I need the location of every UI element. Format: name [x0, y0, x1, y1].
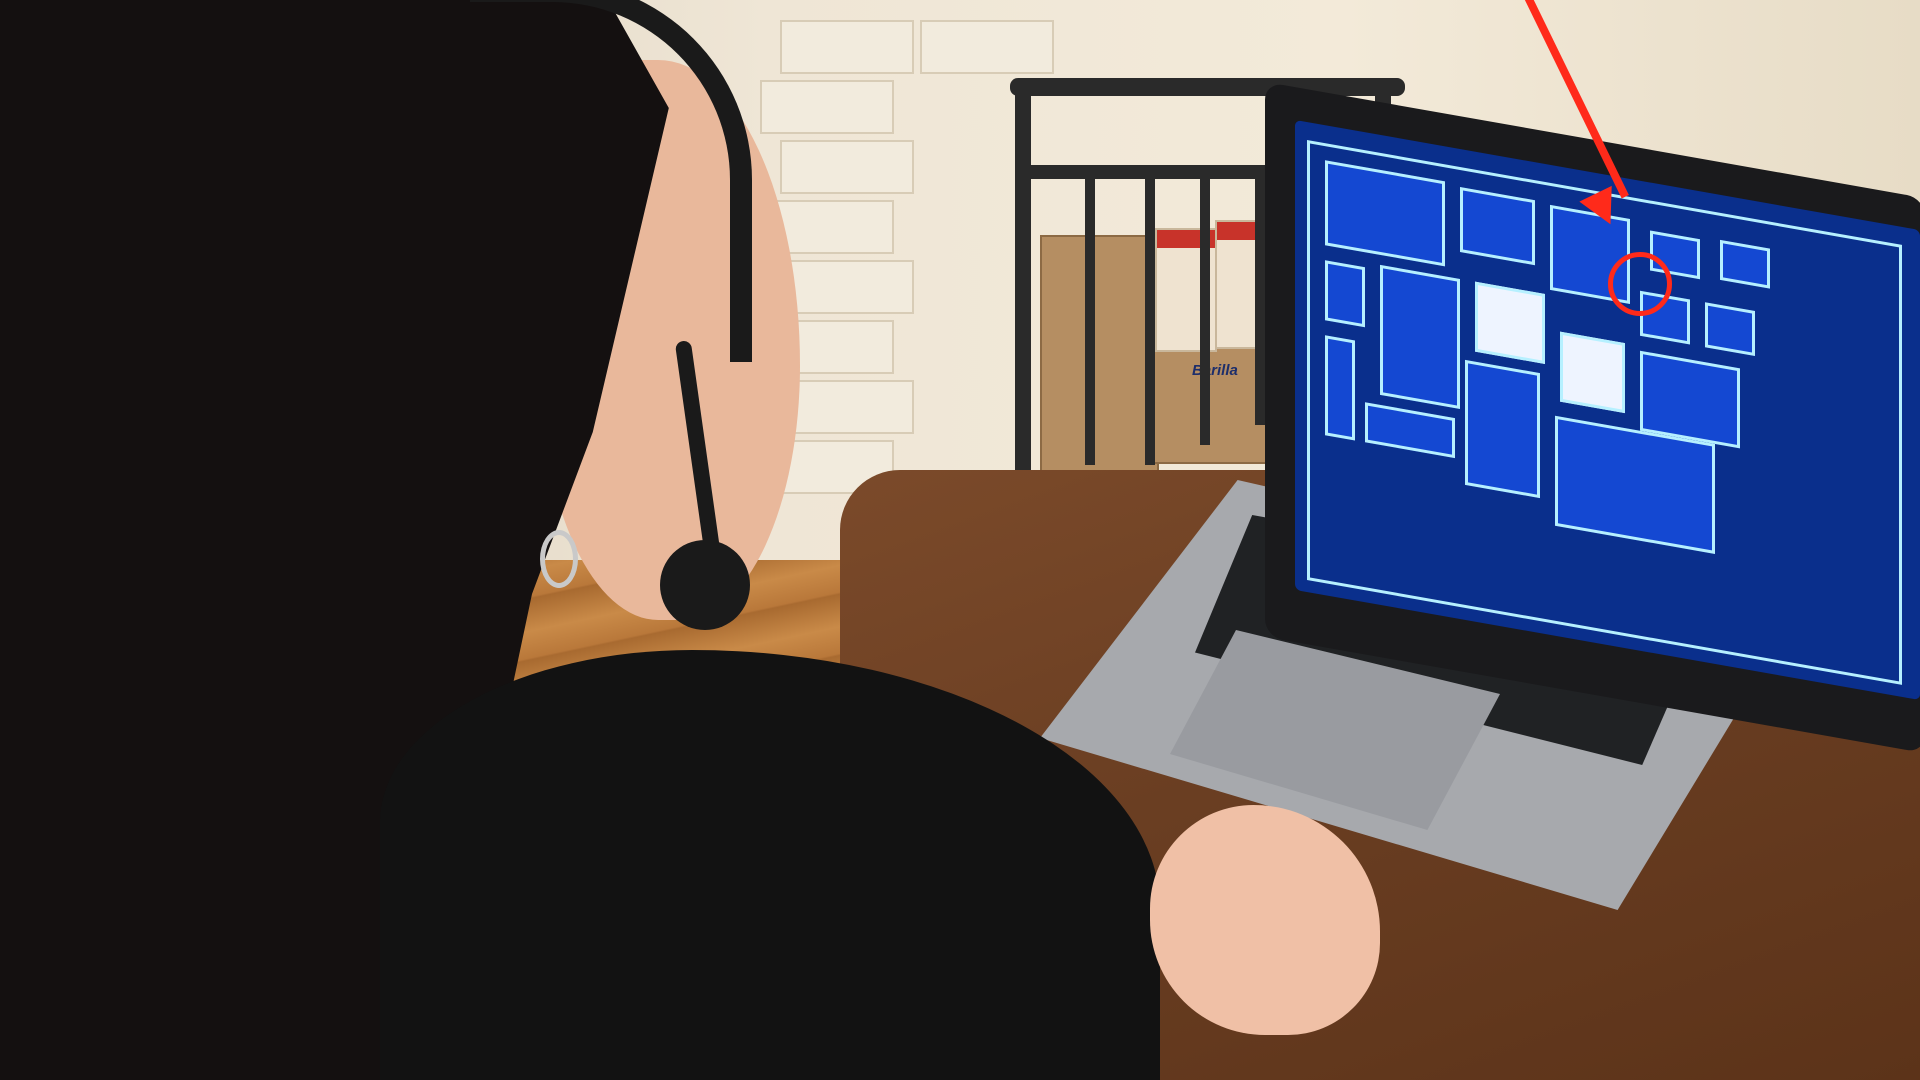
chair-spindle [1200, 175, 1210, 445]
brick [780, 380, 914, 434]
game-room [1460, 186, 1535, 266]
game-room [1705, 302, 1755, 357]
chair-top-rail [1010, 78, 1405, 96]
red-circle-icon [1608, 252, 1672, 316]
cardboard-box [1040, 235, 1159, 489]
game-room [1325, 335, 1355, 441]
game-room-light [1560, 331, 1625, 414]
brick [920, 20, 1054, 74]
chair-spindle [1145, 175, 1155, 465]
game-room-character [1475, 281, 1545, 364]
box-brand-label: Barilla [1192, 362, 1238, 379]
chair-spindle [1085, 175, 1095, 465]
earring [540, 530, 578, 588]
brick [760, 80, 894, 134]
game-room [1325, 260, 1365, 328]
brick [780, 260, 914, 314]
chair-spindle [1255, 175, 1265, 425]
game-room [1465, 359, 1540, 499]
chair-post [1015, 80, 1031, 510]
photo-scene: Barilla [0, 0, 1920, 1080]
headset-microphone [660, 540, 750, 630]
game-room [1380, 264, 1460, 409]
game-room [1720, 239, 1770, 289]
brick [780, 140, 914, 194]
brick [780, 20, 914, 74]
